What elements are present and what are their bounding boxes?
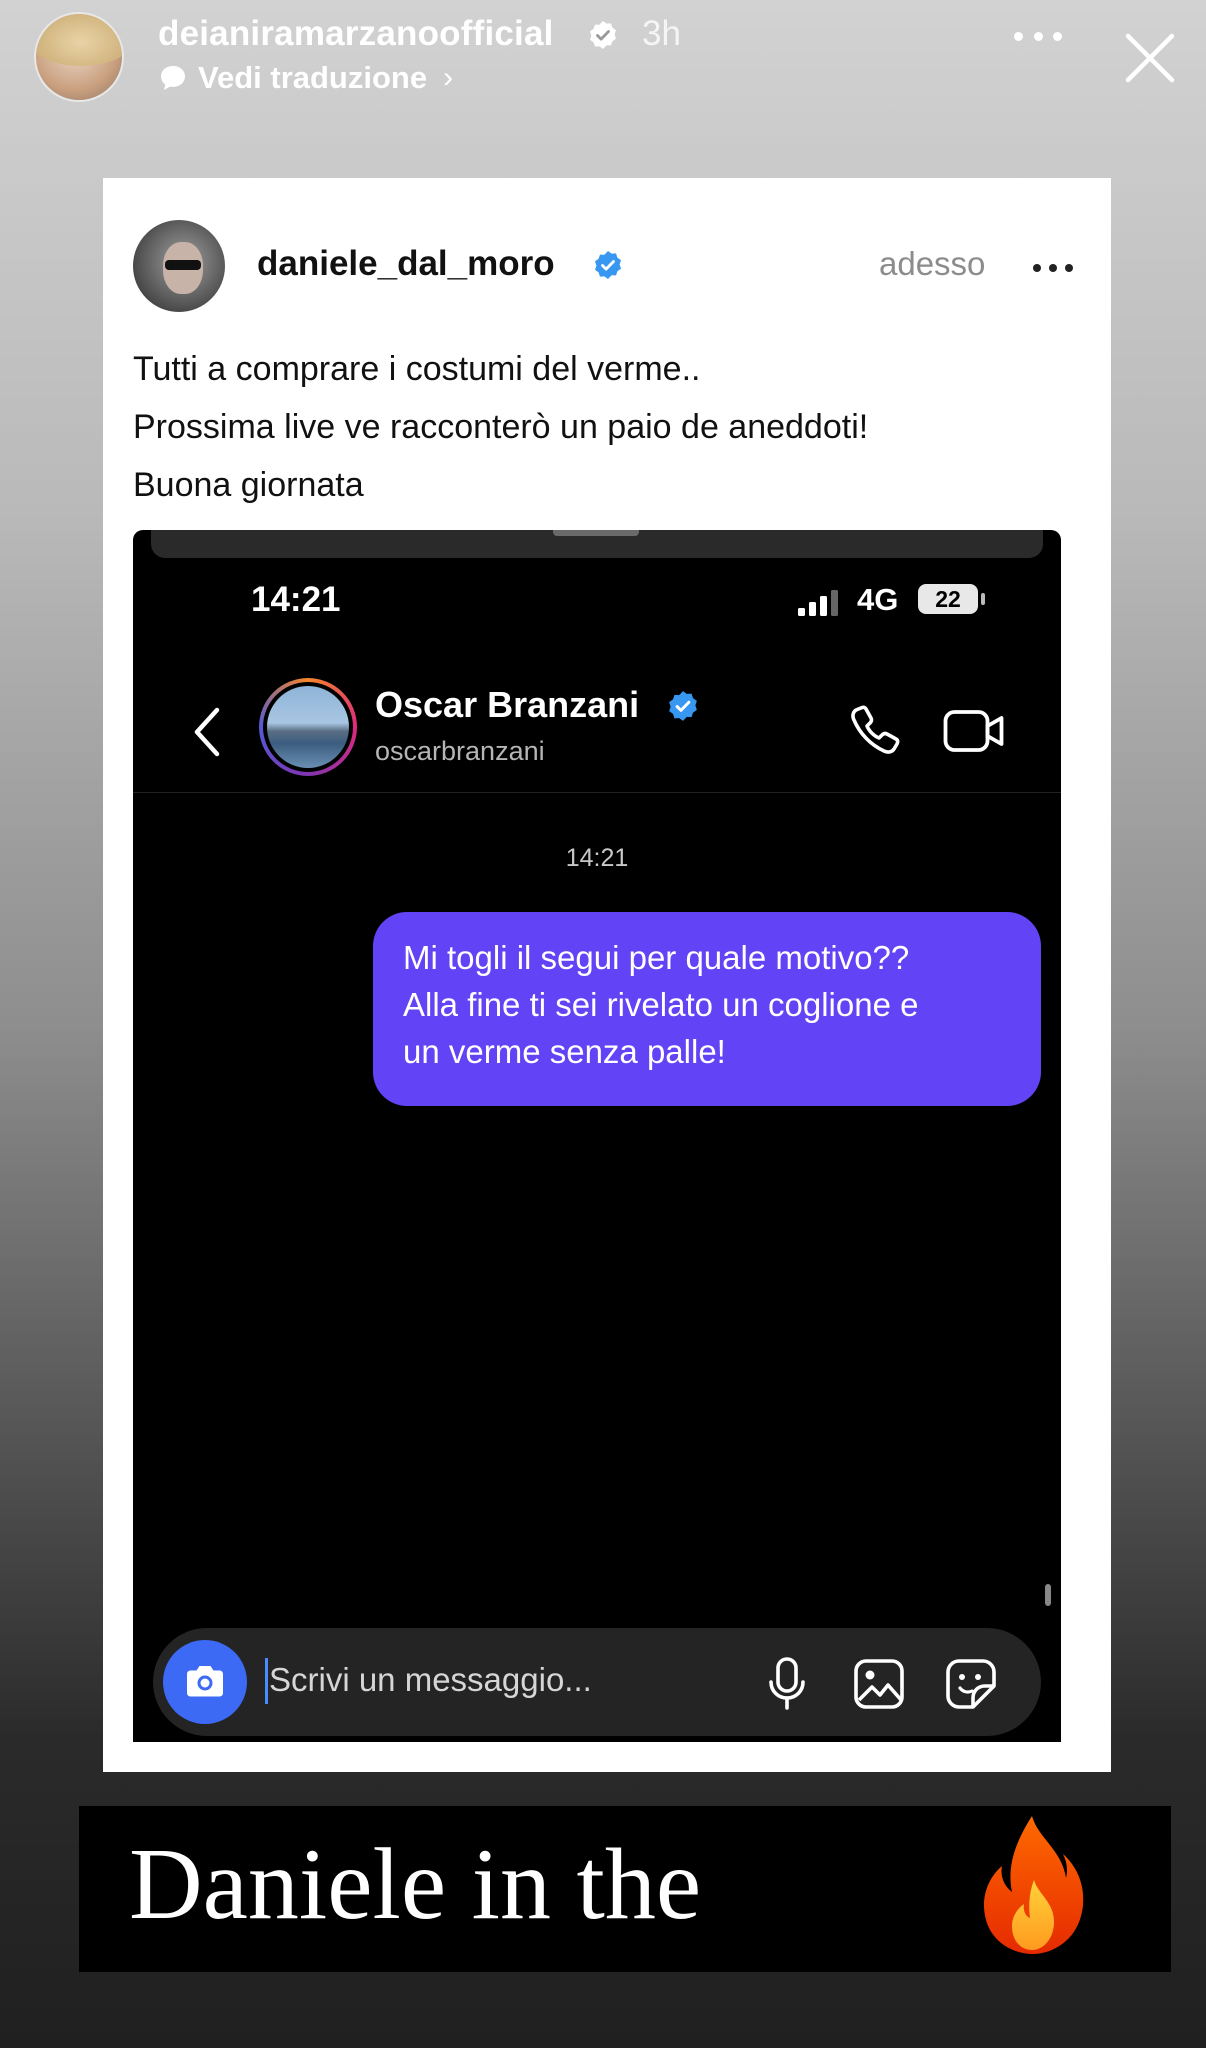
video-call-icon[interactable] [943,708,1005,754]
battery-nub [981,593,985,605]
verified-badge-icon [590,21,616,49]
phone-call-icon[interactable] [847,702,903,758]
story-avatar[interactable] [34,12,124,102]
contact-avatar[interactable] [259,678,357,776]
scrollbar[interactable] [1045,1584,1051,1606]
verified-badge-icon [669,691,697,721]
microphone-icon[interactable] [765,1656,809,1712]
close-icon[interactable] [1120,28,1180,88]
chevron-right-icon: › [443,61,454,94]
sticker-icon[interactable] [945,1658,997,1710]
story-time: 3h [642,14,681,53]
post-time: adesso [879,245,986,282]
post-caption: Tutti a comprare i costumi del verme.. P… [133,340,1073,514]
message-composer [153,1628,1041,1736]
battery-level: 22 [918,584,978,614]
phone-notch [553,530,639,536]
back-chevron-icon[interactable] [187,702,227,762]
caption-line: Prossima live ve racconterò un paio de a… [133,408,869,446]
message-line: un verme senza palle! [403,1033,726,1070]
contact-handle: oscarbranzani [375,736,545,766]
caption-line: Tutti a comprare i costumi del verme.. [133,350,701,388]
dm-screenshot: 14:21 4G 22 Oscar Branzani oscarbranzani [133,530,1061,1742]
story-text-overlay: Daniele in the [79,1806,1171,1972]
translate-link[interactable]: Vedi traduzione › [158,60,453,96]
header-divider [133,792,1061,793]
camera-button[interactable] [163,1640,247,1724]
message-line: Alla fine ti sei rivelato un coglione e [403,986,919,1023]
message-timestamp: 14:21 [565,844,629,872]
caption-line: Buona giornata [133,466,364,504]
contact-name[interactable]: Oscar Branzani [375,684,639,726]
embedded-post: daniele_dal_moro adesso Tutti a comprare… [103,178,1111,1772]
status-bar-time: 14:21 [251,580,341,619]
overlay-text: Daniele in the [129,1828,702,1941]
post-avatar [133,220,225,312]
more-options-icon[interactable] [1014,26,1062,46]
signal-strength-icon [798,590,838,616]
translate-bubble-icon [161,66,185,90]
post-username: daniele_dal_moro [257,244,555,283]
translate-label: Vedi traduzione [198,60,428,95]
camera-icon [187,1666,223,1697]
message-line: Mi togli il segui per quale motivo?? [403,939,910,976]
network-type: 4G [857,582,899,617]
gallery-icon[interactable] [853,1658,905,1710]
sent-message-bubble[interactable]: Mi togli il segui per quale motivo?? All… [373,912,1041,1106]
post-more-icon [1033,264,1073,274]
fire-icon [983,1816,1084,1954]
story-username[interactable]: deianiramarzanoofficial [158,14,554,54]
text-caret [265,1658,268,1704]
message-input[interactable] [269,1652,689,1708]
verified-badge-icon [595,251,621,279]
story-header: deianiramarzanoofficial 3h Vedi traduzio… [0,0,1206,120]
